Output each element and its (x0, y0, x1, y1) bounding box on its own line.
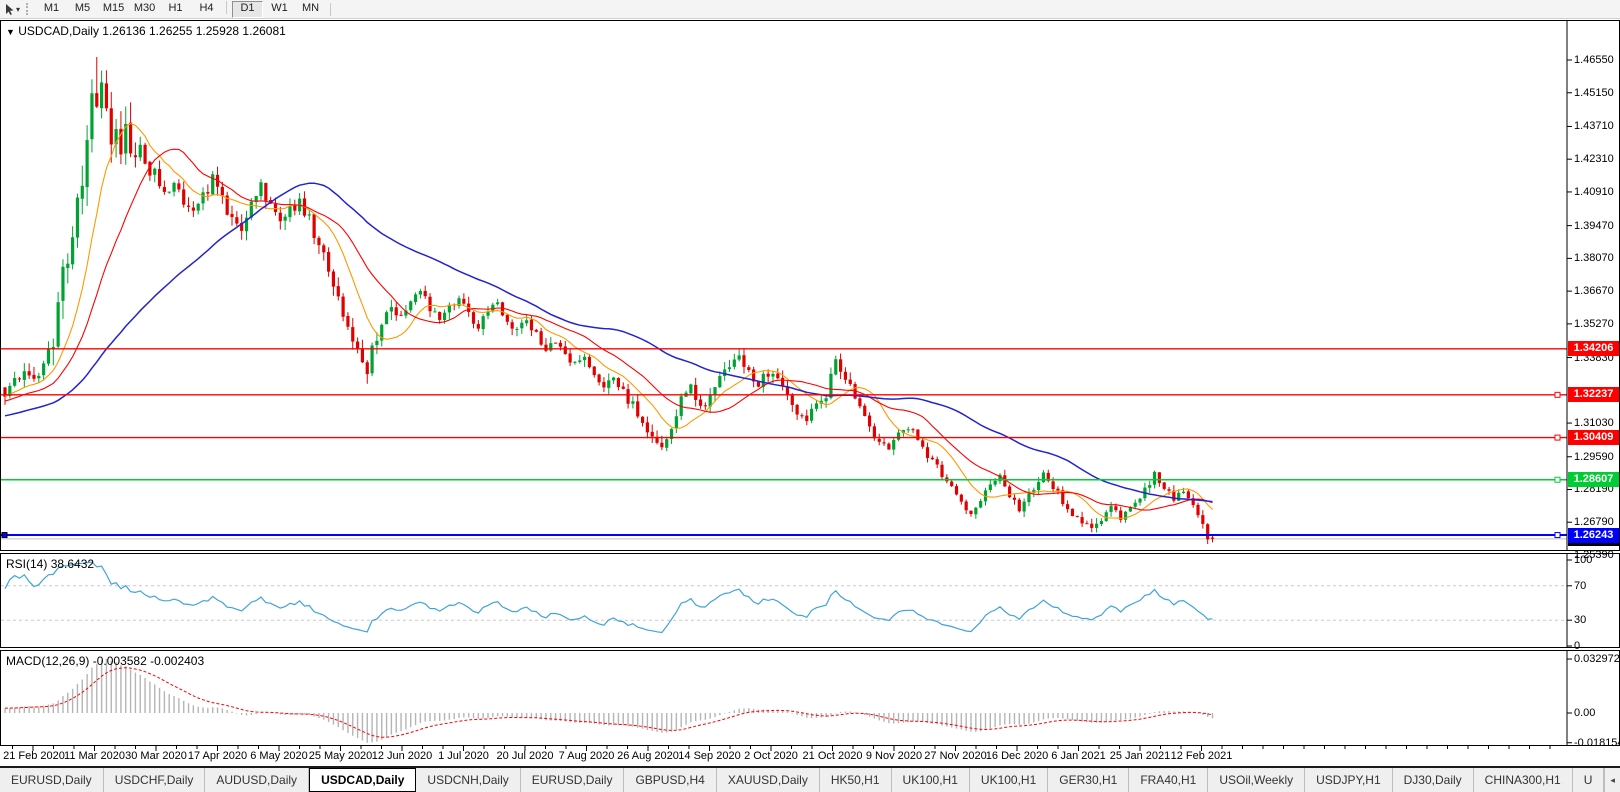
rsi-axis-label: 0 (1574, 640, 1581, 652)
date-axis-label: 26 Aug 2020 (617, 750, 679, 762)
chart-tab-uk100-h1[interactable]: UK100,H1 (970, 768, 1049, 792)
date-axis-label: 14 Sep 2020 (678, 750, 741, 762)
price-axis-label: 1.38070 (1574, 252, 1614, 265)
price-axis-label: 1.36670 (1574, 285, 1614, 298)
date-axis-label: 12 Jun 2020 (371, 750, 433, 762)
price-axis-label: 1.26790 (1574, 516, 1614, 529)
date-axis-label: 21 Feb 2020 (3, 750, 65, 762)
date-axis-label: 9 Nov 2020 (865, 750, 923, 762)
date-axis-label: 11 Mar 2020 (64, 750, 125, 762)
timeframe-button-mn[interactable]: MN (296, 1, 325, 16)
price-axis-label: 1.39470 (1574, 219, 1614, 232)
timeframe-button-d1[interactable]: D1 (232, 0, 264, 18)
hline-price-tag: 1.32237 (1568, 387, 1619, 403)
chart-tab-usdcnh-daily[interactable]: USDCNH,Daily (416, 768, 521, 792)
date-axis-label: 6 Jan 2021 (1051, 750, 1106, 762)
date-axis-label: 30 Mar 2020 (125, 750, 187, 762)
date-axis-label: 17 Apr 2020 (187, 750, 248, 762)
date-axis-label: 20 Jul 2020 (496, 750, 554, 762)
cursor-icon (6, 3, 14, 15)
date-axis-label: 25 May 2020 (308, 750, 373, 762)
rsi-axis-label: 30 (1574, 614, 1587, 627)
chart-title-ohlc: 1.26136 1.26255 1.25928 1.26081 (102, 24, 286, 38)
hline-price-tag: 1.26243 (1568, 527, 1619, 543)
price-axis-label: 1.45150 (1574, 86, 1614, 99)
macd-indicator-values: -0.003582 -0.002403 (92, 654, 205, 668)
rsi-label: RSI(14) 38.6432 (6, 557, 94, 571)
macd-axis-label: 0.032972 (1574, 653, 1620, 666)
price-axis-label: 1.31030 (1574, 417, 1614, 430)
date-axis-label: 25 Jan 2021 (1109, 750, 1171, 762)
tabs-scroll-left-icon[interactable]: ◂ (1604, 768, 1620, 792)
price-axis-label: 1.40910 (1574, 185, 1614, 198)
rsi-axis-label: 100 (1574, 554, 1593, 566)
price-axis-label: 1.43710 (1574, 120, 1614, 133)
date-axis[interactable]: 21 Feb 2020 11 Mar 2020 30 Mar 2020 17 Apr … (0, 746, 1620, 764)
tab-scroll-buttons: ◂▸ (1604, 768, 1620, 792)
chart-tab-china300-h1[interactable]: CHINA300,H1 (1474, 768, 1573, 792)
chart-tab-eurusd-daily[interactable]: EURUSD,Daily (521, 768, 625, 792)
price-axis-label: 1.42310 (1574, 153, 1614, 166)
timeframe-button-m30[interactable]: M30 (130, 1, 159, 16)
hline-price-tag: 1.30409 (1568, 430, 1619, 446)
price-axis-label: 1.35270 (1574, 317, 1614, 330)
date-axis-label: 1 Jul 2020 (438, 750, 489, 762)
toolbar-separator (226, 0, 228, 14)
main-chart-panel[interactable]: ▼ USDCAD,Daily 1.26136 1.26255 1.25928 1… (0, 20, 1620, 561)
timeframe-button-m1[interactable]: M1 (37, 1, 66, 16)
toolbar: ▾ M1 M5 M15 M30 H1 H4 D1 W1 MN (0, 0, 1620, 19)
macd-axis-label: 0.00 (1574, 707, 1596, 719)
chart-tab-usdchf-daily[interactable]: USDCHF,Daily (104, 768, 206, 792)
toolbar-grip (26, 3, 31, 15)
rsi-panel[interactable]: RSI(14) 38.6432 100 70 30 0 (0, 553, 1620, 652)
chart-tab-eurusd-daily[interactable]: EURUSD,Daily (0, 768, 104, 792)
chart-tab-dj30-daily[interactable]: DJ30,Daily (1393, 768, 1474, 792)
timeframe-button-m15[interactable]: M15 (99, 1, 128, 16)
timeframe-button-h1[interactable]: H1 (161, 1, 190, 16)
chart-tab-ger30-h1[interactable]: GER30,H1 (1048, 768, 1130, 792)
macd-indicator-name: MACD(12,26,9) (6, 654, 90, 668)
cursor-tool-button[interactable]: ▾ (3, 3, 23, 16)
timeframe-button-h4[interactable]: H4 (192, 1, 221, 16)
rsi-indicator-name: RSI(14) (6, 557, 48, 571)
chart-tab-hk50-h1[interactable]: HK50,H1 (820, 768, 892, 792)
rsi-axis-label: 70 (1574, 579, 1587, 592)
chart-window: ▼ USDCAD,Daily 1.26136 1.26255 1.25928 1… (0, 20, 1620, 764)
hline-price-tag: 1.34206 (1568, 341, 1619, 357)
macd-axis-label: -0.018154 (1574, 736, 1620, 749)
chart-tabs-bar: EURUSD,Daily USDCHF,Daily AUDUSD,Daily USDC… (0, 766, 1620, 792)
chart-tab-usdjpy-h1[interactable]: USDJPY,H1 (1305, 768, 1393, 792)
toolbar-separator (330, 2, 332, 16)
timeframe-buttons: M1 M5 M15 M30 H1 H4 D1 W1 MN (36, 0, 326, 18)
timeframe-button-w1[interactable]: W1 (265, 1, 294, 16)
price-axis-label: 1.46550 (1574, 54, 1614, 66)
chart-tab-gbpusd-h4[interactable]: GBPUSD,H4 (624, 768, 717, 792)
chart-title: ▼ USDCAD,Daily 1.26136 1.26255 1.25928 1… (6, 24, 286, 38)
chart-tab-fra40-h1[interactable]: FRA40,H1 (1129, 768, 1209, 792)
hline-price-tag: 1.28607 (1568, 472, 1619, 488)
collapse-caret-icon[interactable]: ▼ (6, 27, 15, 37)
chart-tab-usoil-weekly[interactable]: USOil,Weekly (1208, 768, 1306, 792)
date-axis-label: 2 Oct 2020 (744, 750, 798, 762)
chart-tab-u[interactable]: U (1573, 768, 1605, 792)
chart-tab-uk100-h1[interactable]: UK100,H1 (892, 768, 970, 792)
chart-title-symbol: USDCAD,Daily (18, 24, 99, 38)
date-axis-label: 21 Oct 2020 (802, 750, 863, 762)
date-axis-label: 6 May 2020 (250, 750, 308, 762)
chart-tab-xauusd-daily[interactable]: XAUUSD,Daily (717, 768, 820, 792)
price-axis-label: 1.29590 (1574, 450, 1614, 463)
macd-panel[interactable]: MACD(12,26,9) -0.003582 -0.002403 0.0329… (0, 650, 1620, 749)
chart-tab-usdcad-daily[interactable]: USDCAD,Daily (309, 768, 417, 792)
date-axis-label: 16 Dec 2020 (985, 750, 1049, 762)
timeframe-button-m5[interactable]: M5 (68, 1, 97, 16)
date-axis-label: 12 Feb 2021 (1170, 750, 1233, 762)
cursor-tool-caret-icon[interactable]: ▾ (16, 5, 20, 14)
rsi-indicator-value: 38.6432 (50, 557, 95, 571)
date-axis-label: 27 Nov 2020 (924, 750, 987, 762)
chart-tab-audusd-daily[interactable]: AUDUSD,Daily (205, 768, 310, 792)
macd-label: MACD(12,26,9) -0.003582 -0.002403 (6, 654, 204, 668)
date-axis-label: 7 Aug 2020 (558, 750, 615, 762)
